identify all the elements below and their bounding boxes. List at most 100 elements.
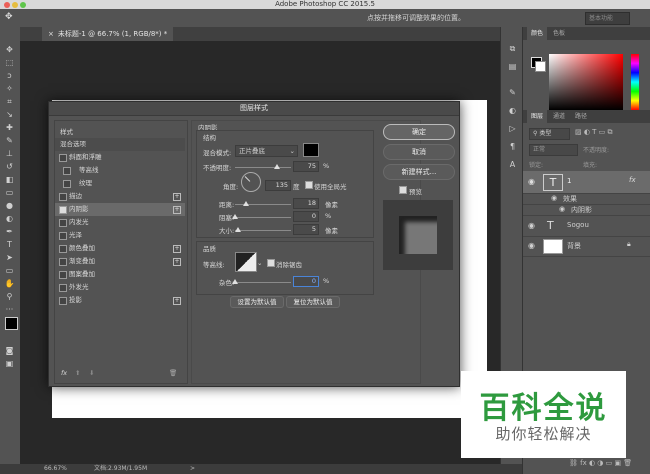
size-value[interactable]: 5	[293, 224, 319, 235]
eyedropper-icon[interactable]: ↘	[2, 109, 17, 120]
marquee-icon[interactable]: ⬚	[2, 57, 17, 68]
style-item[interactable]: 渐变叠加 +	[55, 255, 185, 268]
style-item[interactable]: 等高线	[55, 164, 185, 177]
screen-mode-icon[interactable]: ▣	[2, 358, 17, 369]
add-style-icon[interactable]: +	[173, 193, 181, 201]
character-panel-icon[interactable]: A	[505, 159, 520, 170]
visibility-eye-icon[interactable]: ◉	[528, 221, 535, 230]
angle-value[interactable]: 135	[265, 180, 291, 191]
tab-layers[interactable]: 图层	[527, 110, 548, 123]
choke-value[interactable]: 0	[293, 211, 319, 222]
style-item-checkbox[interactable]	[59, 271, 67, 279]
style-item[interactable]: 外发光	[55, 281, 185, 294]
noise-value[interactable]: 0	[293, 276, 319, 287]
quick-mask-icon[interactable]: ◙	[2, 345, 17, 356]
effects-eye-icon[interactable]: ◉	[551, 194, 557, 202]
pen-icon[interactable]: ✒	[2, 226, 17, 237]
add-style-icon[interactable]: +	[173, 258, 181, 266]
style-item[interactable]: 内发光	[55, 216, 185, 229]
zoom-level[interactable]: 66.67%	[44, 464, 67, 474]
shadow-color-swatch[interactable]	[303, 143, 319, 157]
style-item-checkbox[interactable]	[59, 232, 67, 240]
hand-icon[interactable]: ✋	[2, 278, 17, 289]
history-panel-icon[interactable]: ⧉	[505, 43, 520, 54]
path-selection-icon[interactable]: ➤	[2, 252, 17, 263]
style-item[interactable]: 投影 +	[55, 294, 185, 307]
adjustments-panel-icon[interactable]: ◐	[505, 105, 520, 116]
tab-channels[interactable]: 通道	[549, 110, 569, 123]
actions-panel-icon[interactable]: ▷	[505, 123, 520, 134]
fx-badge[interactable]: fx	[629, 176, 636, 184]
tab-color[interactable]: 颜色	[527, 27, 548, 40]
move-icon[interactable]: ✥	[2, 44, 17, 55]
style-item-checkbox[interactable]	[59, 219, 67, 227]
style-item[interactable]: 光泽	[55, 229, 185, 242]
reset-default-button[interactable]: 复位为默认值	[286, 296, 340, 308]
foreground-color-swatch[interactable]	[5, 317, 18, 330]
style-item-checkbox[interactable]	[59, 245, 67, 253]
move-down-icon[interactable]: ⬇	[89, 369, 94, 377]
layer-row-background[interactable]: ◉ 背景 🔒︎	[523, 236, 650, 257]
layer-row-sogou[interactable]: ◉ T Sogou	[523, 216, 650, 237]
opacity-value[interactable]: 75	[293, 161, 319, 172]
style-item[interactable]: 纹理	[55, 177, 185, 190]
clone-stamp-icon[interactable]: ⊥	[2, 148, 17, 159]
layer-filter-select[interactable]: ⚲ 类型	[529, 128, 570, 140]
effect-eye-icon[interactable]: ◉	[559, 205, 565, 213]
layer-actions-icons[interactable]: ⛓ fx ◐ ◑ ▭ ▣ 🗑︎	[569, 459, 632, 467]
add-style-icon[interactable]: +	[173, 245, 181, 253]
inner-shadow-effect-row[interactable]: ◉ 内阴影	[523, 204, 650, 216]
style-item-checkbox[interactable]	[59, 297, 67, 305]
eraser-icon[interactable]: ◧	[2, 174, 17, 185]
style-item-checkbox[interactable]	[59, 154, 67, 162]
style-item[interactable]: 图案叠加	[55, 268, 185, 281]
preview-checkbox[interactable]	[399, 186, 407, 194]
crop-icon[interactable]: ⌗	[2, 96, 17, 107]
layer-row-1[interactable]: ◉ T 1 fx	[523, 171, 650, 194]
style-item-checkbox[interactable]	[63, 167, 71, 175]
magic-wand-icon[interactable]: ✧	[2, 83, 17, 94]
tab-paths[interactable]: 路径	[571, 110, 591, 123]
shape-icon[interactable]: ▭	[2, 265, 17, 276]
zoom-icon[interactable]: ⚲	[2, 291, 17, 302]
ok-button[interactable]: 确定	[383, 124, 455, 140]
close-window-icon[interactable]	[4, 2, 10, 8]
trash-icon[interactable]: 🗑︎	[169, 369, 177, 377]
size-slider-thumb[interactable]	[235, 227, 241, 232]
distance-slider-thumb[interactable]	[243, 201, 249, 206]
choke-slider-thumb[interactable]	[232, 214, 238, 219]
healing-brush-icon[interactable]: ✚	[2, 122, 17, 133]
fx-menu-button[interactable]: fx	[61, 369, 67, 377]
layer-name[interactable]: 1	[567, 177, 571, 185]
hue-slider[interactable]	[631, 54, 639, 110]
panel-background-swatch[interactable]	[535, 61, 546, 72]
global-light-checkbox[interactable]	[305, 181, 313, 189]
blur-icon[interactable]: ●	[2, 200, 17, 211]
history-brush-icon[interactable]: ↺	[2, 161, 17, 172]
blend-mode-select[interactable]: 正常	[529, 144, 578, 156]
minimize-window-icon[interactable]	[12, 2, 18, 8]
add-style-icon[interactable]: +	[173, 206, 181, 214]
angle-dial[interactable]	[241, 172, 261, 192]
properties-panel-icon[interactable]: ▤	[505, 61, 520, 72]
contour-preview[interactable]	[235, 252, 257, 272]
color-picker-field[interactable]	[549, 54, 623, 110]
set-default-button[interactable]: 设置为默认值	[230, 296, 284, 308]
status-arrow-icon[interactable]: >	[190, 464, 195, 474]
blend-mode-dropdown[interactable]: 正片叠底 ⌄	[235, 145, 298, 157]
visibility-eye-icon[interactable]: ◉	[528, 177, 535, 186]
antialias-checkbox[interactable]	[267, 259, 275, 267]
brush-panel-icon[interactable]: ✎	[505, 87, 520, 98]
style-item-checkbox[interactable]	[63, 180, 71, 188]
dodge-icon[interactable]: ◐	[2, 213, 17, 224]
new-style-button[interactable]: 新建样式...	[383, 164, 455, 180]
visibility-eye-icon[interactable]: ◉	[528, 241, 535, 250]
workspace-select[interactable]: 基本功能	[585, 12, 630, 25]
size-slider-track[interactable]	[235, 230, 291, 231]
gradient-icon[interactable]: ▭	[2, 187, 17, 198]
opacity-slider-track[interactable]	[235, 167, 291, 168]
lasso-icon[interactable]: ↄ	[2, 70, 17, 81]
more-tools-icon[interactable]: ···	[2, 304, 17, 315]
layer-name[interactable]: Sogou	[567, 221, 589, 229]
noise-slider-thumb[interactable]	[232, 279, 238, 284]
